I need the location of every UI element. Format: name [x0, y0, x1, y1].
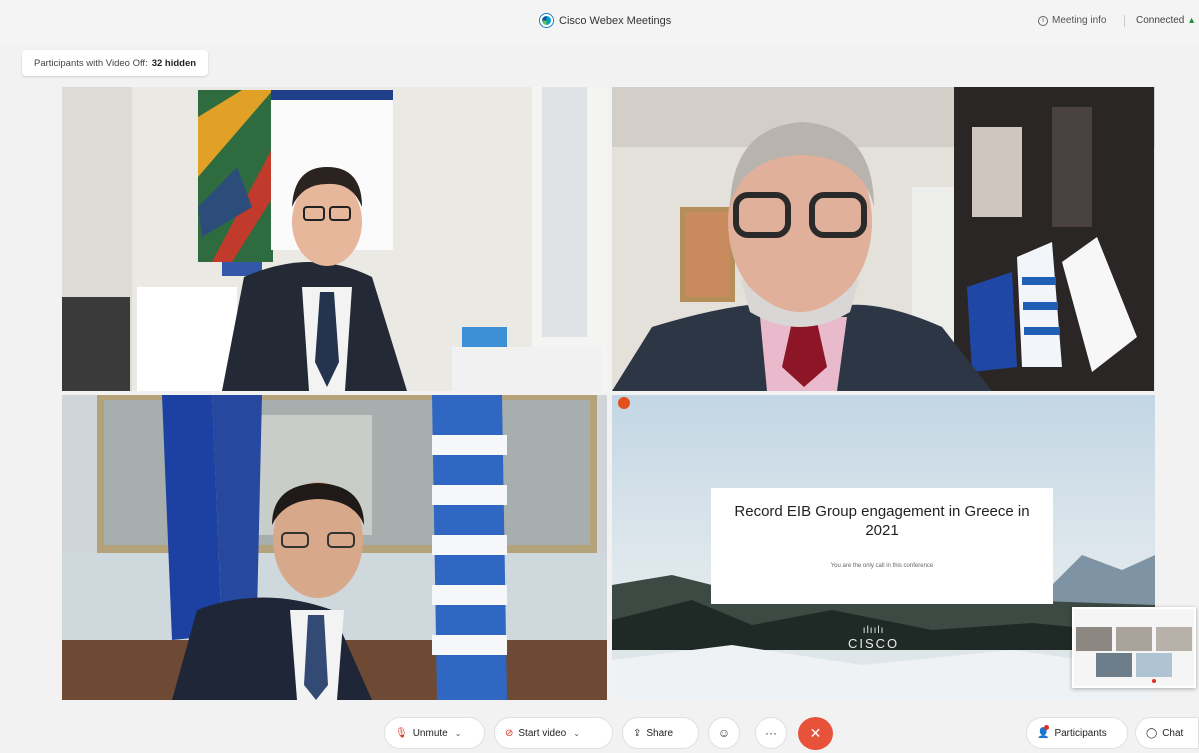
slide-subtitle: You are the only call in this conference	[830, 563, 934, 569]
participants-label: Participants	[1054, 727, 1107, 739]
emoji-icon: ☺	[717, 726, 731, 740]
app-title-text: Cisco Webex Meetings	[559, 14, 672, 27]
meeting-controls: 🎙 Unmute ⌄ ⊘ Start video ⌄ ⇪ Share ☺ ···…	[0, 706, 1199, 753]
reactions-button[interactable]: ☺	[708, 717, 740, 749]
video-tile-2[interactable]	[612, 87, 1155, 391]
meeting-info-button[interactable]: i Meeting info	[1038, 15, 1106, 26]
slide-title-card: Record EIB Group engagement in Greece in…	[711, 488, 1053, 604]
chevron-down-icon[interactable]: ⌄	[455, 729, 462, 738]
chevron-down-icon[interactable]: ⌄	[573, 729, 580, 738]
video-feed-3	[62, 395, 607, 700]
share-icon: ⇪	[633, 727, 642, 739]
cisco-wordmark: CISCO	[848, 636, 900, 651]
chat-label: Chat	[1162, 727, 1184, 739]
video-tile-3[interactable]	[62, 395, 607, 700]
slide-title: Record EIB Group engagement in Greece in…	[734, 503, 1030, 539]
close-icon: ✕	[809, 725, 822, 741]
self-view-feed	[1074, 609, 1194, 686]
hidden-participants-notice[interactable]: Participants with Video Off: 32 hidden	[22, 50, 209, 76]
divider	[1124, 15, 1125, 27]
cisco-bars-icon: ılıılı	[862, 625, 885, 636]
app-title: Cisco Webex Meetings	[540, 14, 671, 27]
meeting-info-label: Meeting info	[1052, 15, 1107, 26]
video-feed-1	[62, 87, 607, 391]
microphone-muted-icon: 🎙	[395, 727, 408, 739]
signal-icon: ▴	[1189, 15, 1195, 26]
start-video-button[interactable]: ⊘ Start video ⌄	[494, 717, 613, 749]
connection-status[interactable]: Connected ▴	[1136, 15, 1194, 26]
notification-badge	[1044, 725, 1049, 730]
self-view-preview[interactable]	[1072, 607, 1196, 688]
video-off-icon: ⊘	[505, 727, 514, 739]
participants-button[interactable]: 👤 Participants	[1026, 717, 1128, 749]
start-video-label: Start video	[518, 727, 567, 739]
video-feed-2	[612, 87, 1155, 391]
hidden-participants-count: 32 hidden	[151, 57, 197, 69]
share-label: Share	[646, 727, 674, 739]
hidden-participants-label: Participants with Video Off:	[34, 57, 148, 69]
connection-status-text: Connected	[1136, 15, 1185, 26]
info-icon: i	[1038, 15, 1048, 26]
cisco-logo: ılıılı CISCO	[848, 625, 900, 652]
video-tile-1[interactable]	[62, 87, 607, 391]
share-button[interactable]: ⇪ Share	[622, 717, 699, 749]
unmute-label: Unmute	[412, 727, 448, 739]
leave-meeting-button[interactable]: ✕	[798, 717, 833, 750]
webex-logo-icon	[540, 14, 553, 27]
chat-button[interactable]: ◯ Chat	[1135, 717, 1199, 749]
more-icon: ···	[765, 726, 777, 740]
unmute-button[interactable]: 🎙 Unmute ⌄	[384, 717, 485, 749]
title-bar: Cisco Webex Meetings i Meeting info Conn…	[0, 0, 1199, 44]
more-options-button[interactable]: ···	[755, 717, 787, 749]
chat-bubble-icon: ◯	[1146, 727, 1158, 739]
presenter-badge-icon	[618, 397, 630, 409]
